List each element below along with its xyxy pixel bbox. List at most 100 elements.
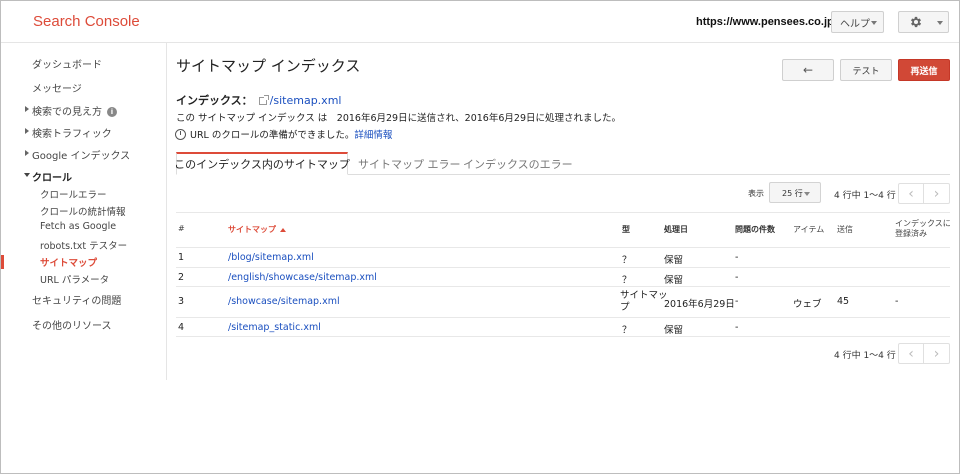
rows-per-page-value: 25 行 [782, 189, 803, 198]
row-number: 4 [178, 322, 185, 333]
indexed-count: - [895, 296, 899, 307]
chevron-right-icon: › [933, 185, 940, 202]
col-header-issues[interactable]: 問題の件数 [735, 224, 775, 235]
info-icon[interactable]: i [107, 107, 117, 117]
tab-sitemap-errors[interactable]: サイトマップ エラー [358, 152, 461, 175]
index-line: インデックス： /sitemap.xml [176, 92, 341, 108]
sitemap-type: ？ [622, 325, 632, 336]
rows-per-page-label: 表示 [748, 189, 764, 198]
table-top-divider [176, 212, 950, 213]
submitted-count: 45 [837, 296, 850, 307]
tab-sitemaps-in-index[interactable]: このインデックス内のサイトマップ [174, 152, 350, 175]
col-header-indexed-line1: インデックスに [895, 219, 951, 228]
table-bottom-divider [176, 336, 950, 337]
processed-date: 保留 [664, 275, 684, 286]
back-button[interactable]: ← [782, 59, 834, 81]
sitemap-type-line2: プ [620, 302, 630, 313]
next-page-button[interactable]: › [924, 343, 950, 364]
gear-icon [910, 16, 922, 28]
sidebar: ダッシュボード メッセージ 検索での見え方 i 検索トラフィック Google イ… [1, 43, 167, 380]
chevron-down-icon [871, 21, 877, 25]
col-header-number: # [178, 224, 185, 233]
processed-date: 2016年6月29日 [664, 299, 735, 310]
external-link-icon[interactable] [258, 95, 269, 105]
sitemap-type: ？ [622, 255, 632, 266]
tab-index-errors[interactable]: インデックスのエラー [463, 152, 573, 175]
sitemap-type-line1: サイトマッ [620, 290, 668, 301]
index-label: インデックス： [176, 94, 253, 107]
expand-arrow-icon[interactable] [25, 150, 29, 156]
prev-page-button[interactable]: ‹ [898, 183, 924, 204]
next-page-button[interactable]: › [924, 183, 950, 204]
active-indicator [1, 255, 4, 269]
chevron-left-icon: ‹ [908, 345, 914, 362]
details-link[interactable]: 詳細情報 [354, 127, 392, 141]
collapse-arrow-icon[interactable] [24, 173, 30, 177]
sitemap-type: サイトマッ プ [620, 290, 668, 314]
sitemap-link[interactable]: /showcase/sitemap.xml [228, 296, 340, 307]
sitemap-link[interactable]: /blog/sitemap.xml [228, 252, 314, 263]
sitemap-link[interactable]: /sitemap_static.xml [228, 322, 321, 333]
clock-icon [175, 128, 186, 140]
sidebar-item-security[interactable]: セキュリティの問題 [32, 292, 121, 307]
col-header-indexed: インデックスに 登録済み [895, 219, 951, 239]
resend-button[interactable]: 再送信 [898, 59, 950, 81]
chevron-left-icon: ‹ [908, 185, 914, 202]
item-type: ウェブ [793, 299, 822, 310]
sidebar-item-crawl-stats[interactable]: クロールの統計情報 [40, 204, 126, 218]
help-label: ヘルプ [840, 18, 870, 30]
table-row: 4 /sitemap_static.xml ？ 保留 - [176, 317, 950, 336]
site-url[interactable]: https://www.pensees.co.jp/ [696, 16, 837, 28]
rows-per-page-select[interactable]: 25 行 [769, 182, 821, 203]
sidebar-item-search-traffic[interactable]: 検索トラフィック [32, 125, 112, 140]
sidebar-item-dashboard[interactable]: ダッシュボード [32, 56, 102, 71]
col-header-indexed-line2: 登録済み [895, 229, 927, 238]
sidebar-item-search-appearance[interactable]: 検索での見え方 i [32, 103, 117, 118]
issue-count: - [735, 272, 739, 283]
crawl-notice-text: URL のクロールの準備ができました。 [190, 130, 355, 141]
index-file-link[interactable]: /sitemap.xml [270, 94, 342, 107]
col-header-type[interactable]: 型 [622, 224, 630, 235]
sidebar-item-robots-tester[interactable]: robots.txt テスター [40, 238, 127, 252]
issue-count: - [735, 296, 739, 307]
page-title: サイトマップ インデックス [176, 57, 361, 75]
table-row: 2 /english/showcase/sitemap.xml ？ 保留 - [176, 267, 950, 286]
issue-count: - [735, 322, 739, 333]
col-header-sitemap-label: サイトマップ [228, 225, 276, 234]
sitemap-link[interactable]: /english/showcase/sitemap.xml [228, 272, 377, 283]
issue-count: - [735, 252, 739, 263]
sidebar-item-label: 検索での見え方 [32, 107, 102, 118]
sidebar-item-other-resources[interactable]: その他のリソース [32, 317, 112, 332]
chevron-down-icon [804, 192, 810, 196]
sidebar-item-messages[interactable]: メッセージ [32, 80, 82, 95]
chevron-right-icon: › [933, 345, 940, 362]
table-row: 1 /blog/sitemap.xml ？ 保留 - [176, 247, 950, 267]
crawl-notice: URL のクロールの準備ができました。 詳細情報 [175, 127, 392, 141]
col-header-sitemap[interactable]: サイトマップ [228, 224, 286, 235]
sidebar-item-crawl[interactable]: クロール [32, 169, 72, 184]
col-header-processed[interactable]: 処理日 [664, 224, 688, 235]
pager-range-top: 4 行中 1〜4 行 [834, 191, 896, 201]
sidebar-item-crawl-errors[interactable]: クロールエラー [40, 187, 107, 201]
search-console-logo[interactable]: Search Console [33, 13, 140, 30]
table-row: 3 /showcase/sitemap.xml サイトマッ プ 2016年6月2… [176, 286, 950, 317]
chevron-down-icon [937, 21, 943, 25]
sort-ascending-icon [280, 227, 286, 232]
processed-date: 保留 [664, 255, 684, 266]
sidebar-item-sitemaps[interactable]: サイトマップ [40, 255, 97, 269]
col-header-items: アイテム [793, 225, 825, 234]
settings-button[interactable] [898, 11, 949, 33]
expand-arrow-icon[interactable] [25, 106, 29, 112]
help-button[interactable]: ヘルプ [831, 11, 884, 33]
index-description: この サイトマップ インデックス は 2016年6月29日に送信され、2016年… [176, 113, 621, 124]
row-number: 3 [178, 296, 185, 307]
sidebar-item-google-index[interactable]: Google インデックス [32, 147, 130, 162]
col-header-submitted: 送信 [837, 225, 853, 234]
row-number: 2 [178, 272, 185, 283]
prev-page-button[interactable]: ‹ [898, 343, 924, 364]
sitemap-type: ？ [622, 275, 632, 286]
test-button[interactable]: テスト [840, 59, 892, 81]
sidebar-item-fetch-as-google[interactable]: Fetch as Google [40, 221, 116, 232]
sidebar-item-url-parameters[interactable]: URL パラメータ [40, 272, 109, 286]
expand-arrow-icon[interactable] [25, 128, 29, 134]
